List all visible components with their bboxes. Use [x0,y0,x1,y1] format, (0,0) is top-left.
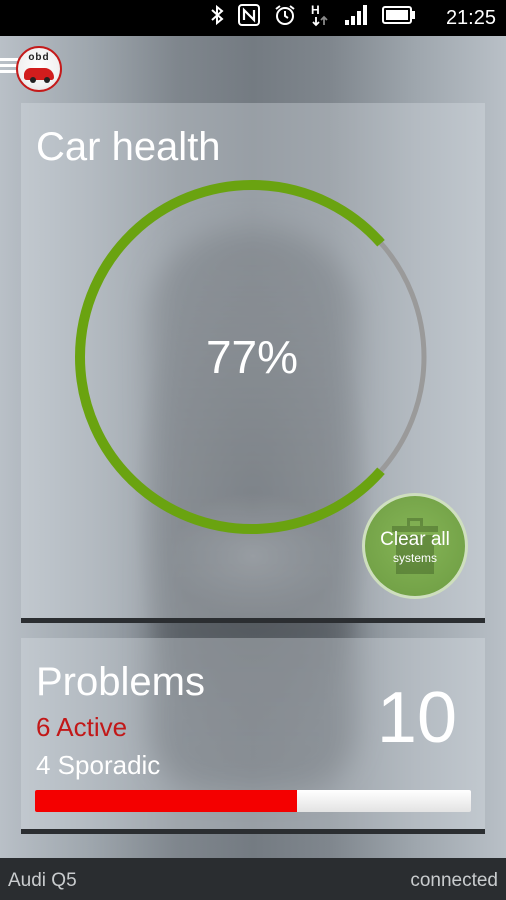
logo-text: obd [28,52,50,63]
connection-status: connected [410,870,498,891]
problems-bar [35,790,471,812]
active-problems-label: 6 Active [36,712,128,742]
bluetooth-icon [210,4,224,32]
status-icons: H [210,3,416,33]
problems-bar-fill [35,790,297,812]
problems-count: 10 [376,678,457,758]
status-time: 21:25 [445,7,496,29]
sporadic-problems-label: 4 Sporadic [36,750,161,780]
status-bar: H 21:25 [0,0,506,36]
logo-car-icon [24,68,54,83]
problems-card[interactable]: Problems 6 Active 4 Sporadic 10 [21,638,485,834]
nfc-icon [238,4,260,32]
footer-bar: Audi Q5 connected [0,858,506,900]
car-health-title: Car health [36,125,221,169]
svg-text:H: H [311,3,320,17]
battery-icon [382,6,416,30]
alarm-icon [274,4,296,32]
clear-all-label: Clear all [380,529,450,550]
vehicle-name: Audi Q5 [8,870,77,891]
data-transfer-icon: H [310,3,330,33]
app-bar [0,36,506,98]
app-logo[interactable]: obd [16,46,62,92]
car-health-card: Car health 77% Clear all systems [21,103,485,623]
health-percent: 77% [205,331,299,383]
signal-icon [344,4,368,32]
clear-all-button[interactable]: Clear all systems [362,493,468,599]
health-gauge: 77% [74,179,430,535]
clear-all-sublabel: systems [392,551,437,565]
problems-title: Problems [36,660,205,704]
